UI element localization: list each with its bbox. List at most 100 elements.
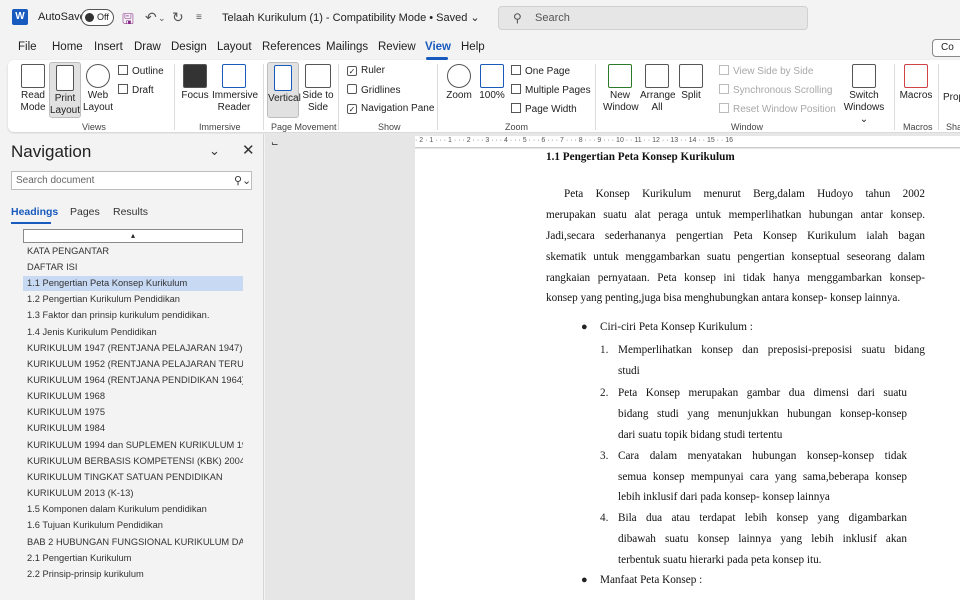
tab-review[interactable]: Review — [378, 41, 416, 53]
arrange-all-label: Arrange All — [640, 90, 676, 113]
heading-item[interactable]: KURIKULUM 2013 (K-13) — [23, 486, 243, 501]
tab-help[interactable]: Help — [461, 41, 485, 53]
new-window-button[interactable]: New Window — [603, 64, 639, 114]
view-side-by-side-icon — [719, 65, 729, 75]
web-layout-icon — [86, 64, 110, 88]
save-icon[interactable]: 🖫 — [122, 9, 134, 33]
search-icon[interactable]: ⚲⌄ — [234, 174, 251, 187]
switch-windows-button[interactable]: Switch Windows ⌄ — [839, 64, 889, 126]
properties-button[interactable]: Prop — [943, 92, 960, 104]
group-separator — [263, 64, 264, 130]
chevron-down-icon[interactable]: ⌄ — [209, 143, 220, 159]
macros-button[interactable]: Macros — [899, 64, 933, 102]
heading-item[interactable]: 1.5 Komponen dalam Kurikulum pendidikan — [23, 502, 243, 517]
heading-item[interactable]: 2.1 Pengertian Kurikulum — [23, 551, 243, 566]
heading-item[interactable]: 1.6 Tujuan Kurikulum Pendidikan — [23, 518, 243, 533]
heading-item[interactable]: KATA PENGANTAR — [23, 244, 243, 259]
heading-item[interactable]: KURIKULUM 1975 — [23, 405, 243, 420]
heading-item[interactable]: KURIKULUM 1964 (RENTJANA PENDIDIKAN 1964… — [23, 373, 243, 388]
draft-label: Draft — [132, 85, 154, 96]
tab-home[interactable]: Home — [52, 41, 83, 53]
redo-icon[interactable]: ↻ — [172, 9, 184, 26]
heading-item[interactable]: DAFTAR ISI — [23, 260, 243, 275]
document-page[interactable]: 1.1 Pengertian Peta Konsep Kurikulum Pet… — [415, 149, 960, 600]
one-page-icon — [511, 65, 521, 75]
synchronous-scrolling-button[interactable]: Synchronous Scrolling — [719, 84, 833, 96]
list-item-line: studi — [618, 365, 640, 377]
multiple-pages-button[interactable]: Multiple Pages — [511, 84, 591, 96]
tab-pages[interactable]: Pages — [70, 206, 100, 218]
immersive-reader-button[interactable]: Immersive Reader — [212, 64, 258, 114]
list-number: 2. — [600, 387, 609, 399]
group-separator — [338, 64, 339, 130]
tab-draw[interactable]: Draw — [134, 41, 161, 53]
autosave-toggle[interactable]: Off — [81, 9, 114, 26]
list-number: 1. — [600, 344, 609, 356]
reset-window-position-button[interactable]: Reset Window Position — [719, 103, 836, 115]
draft-button[interactable]: Draft — [118, 84, 154, 96]
read-mode-button[interactable]: Read Mode — [17, 64, 49, 114]
ruler-check-icon: ✓ — [347, 66, 357, 76]
heading-item[interactable]: 1.4 Jenis Kurikulum Pendidikan — [23, 325, 243, 340]
tab-insert[interactable]: Insert — [94, 41, 123, 53]
search-box[interactable]: ⚲ Search — [498, 6, 808, 30]
heading-item[interactable]: KURIKULUM 1984 — [23, 421, 243, 436]
view-side-by-side-button[interactable]: View Side by Side — [719, 65, 813, 77]
heading-item[interactable]: 2.2 Prinsip-prinsip kurikulum — [23, 567, 243, 582]
list-item-line: bidang studi yang menunjukkan hubungan k… — [618, 408, 907, 420]
word-logo-icon: W — [12, 9, 28, 25]
web-layout-button[interactable]: Web Layout — [82, 64, 114, 114]
tab-design[interactable]: Design — [171, 41, 207, 53]
tab-stop-selector[interactable]: ⌙ — [271, 138, 279, 149]
heading-item[interactable]: KURIKULUM BERBASIS KOMPETENSI (KBK) 2004 — [23, 454, 243, 469]
undo-dropdown-icon[interactable]: ⌄ — [158, 13, 166, 24]
navigation-pane-label: Navigation Pane — [361, 103, 435, 114]
heading-item[interactable]: KURIKULUM 1952 (RENTJANA PELAJARAN TERUR… — [23, 357, 243, 372]
navigation-pane-checkbox[interactable]: ✓ Navigation Pane — [347, 103, 434, 114]
side-to-side-label: Side to Side — [302, 90, 334, 113]
close-icon[interactable]: ✕ — [242, 141, 255, 159]
zoom-100-button[interactable]: 100% — [477, 64, 507, 102]
tab-view[interactable]: View — [425, 41, 451, 53]
print-layout-button[interactable]: Print Layout — [49, 62, 81, 118]
paragraph-line: skematik untuk menggambarkan suatu penge… — [546, 251, 925, 263]
arrange-all-button[interactable]: Arrange All — [640, 64, 676, 114]
customize-quick-access-icon[interactable]: ≡ — [196, 12, 202, 23]
gridlines-checkbox[interactable]: Gridlines — [347, 84, 400, 96]
heading-item[interactable]: KURIKULUM 1994 dan SUPLEMEN KURIKULUM 19… — [23, 438, 243, 453]
tab-layout[interactable]: Layout — [217, 41, 252, 53]
one-page-button[interactable]: One Page — [511, 65, 570, 77]
tab-file[interactable]: File — [18, 41, 37, 53]
tab-headings[interactable]: Headings — [11, 206, 58, 218]
tab-mailings[interactable]: Mailings — [326, 41, 368, 53]
group-label-zoom: Zoom — [505, 122, 529, 132]
heading-item[interactable]: KURIKULUM 1968 — [23, 389, 243, 404]
heading-item[interactable]: 1.3 Faktor dan prinsip kurikulum pendidi… — [23, 308, 243, 323]
side-to-side-button[interactable]: Side to Side — [302, 64, 334, 114]
split-button[interactable]: Split — [677, 64, 705, 102]
focus-button[interactable]: Focus — [180, 64, 210, 102]
group-label-window: Window — [731, 122, 764, 132]
undo-icon[interactable]: ↶ — [145, 9, 157, 26]
tab-results[interactable]: Results — [113, 206, 148, 218]
list-number: 3. — [600, 450, 609, 462]
zoom-button[interactable]: Zoom — [444, 64, 474, 102]
heading-item-selected[interactable]: 1.1 Pengertian Peta Konsep Kurikulum — [23, 276, 243, 291]
collapse-headings-button[interactable]: ▴ — [23, 229, 243, 243]
ruler-checkbox[interactable]: ✓ Ruler — [347, 65, 385, 76]
navigation-pane-check-icon: ✓ — [347, 104, 357, 114]
horizontal-ruler[interactable]: · 2 · 1 · · · 1 · · · 2 · · · 3 · · · 4 … — [415, 136, 960, 148]
heading-item[interactable]: 1.2 Pengertian Kurikulum Pendidikan — [23, 292, 243, 307]
page-width-button[interactable]: Page Width — [511, 103, 577, 115]
search-document-input[interactable]: Search document ⚲⌄ — [11, 171, 252, 190]
outline-label: Outline — [132, 66, 164, 77]
tab-references[interactable]: References — [262, 41, 321, 53]
comments-button[interactable]: Co — [932, 39, 960, 57]
reset-window-position-icon — [719, 103, 729, 113]
vertical-button[interactable]: Vertical — [267, 62, 301, 118]
heading-item[interactable]: KURIKULUM TINGKAT SATUAN PENDIDIKAN — [23, 470, 243, 485]
heading-item[interactable]: BAB 2 HUBUNGAN FUNGSIONAL KURIKULUM DALA… — [23, 535, 243, 550]
heading-item[interactable]: KURIKULUM 1947 (RENTJANA PELAJARAN 1947) — [23, 341, 243, 356]
document-title[interactable]: Telaah Kurikulum (1) - Compatibility Mod… — [222, 11, 480, 24]
outline-button[interactable]: Outline — [118, 65, 164, 77]
